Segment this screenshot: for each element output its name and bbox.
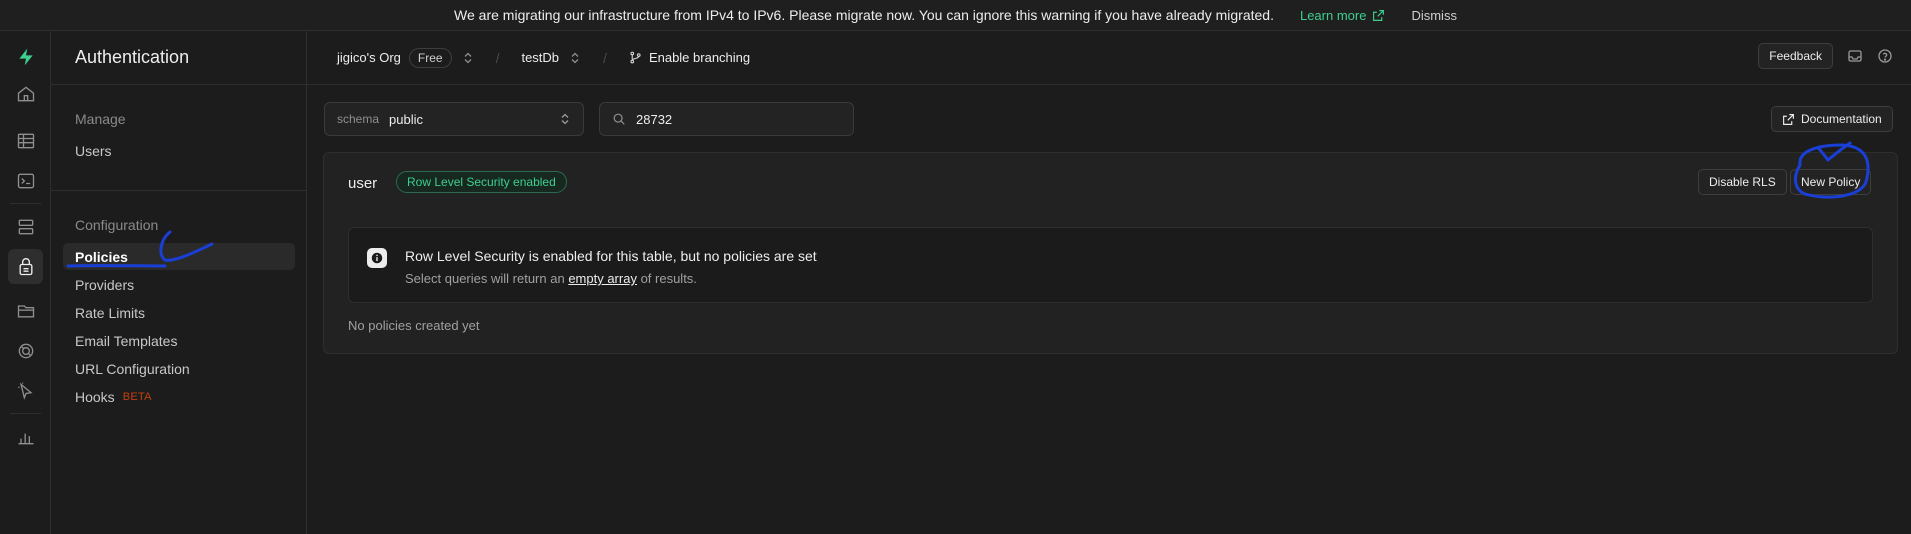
no-policies-text: No policies created yet <box>348 318 480 333</box>
configuration-section-label: Configuration <box>75 217 159 233</box>
sql-editor-icon[interactable] <box>8 163 43 198</box>
side-menu-title: Authentication <box>75 47 190 67</box>
beta-badge: BETA <box>122 390 152 403</box>
sidebar-item-users[interactable]: Users <box>63 137 295 164</box>
help-icon[interactable] <box>1877 48 1893 64</box>
sidebar-item-providers[interactable]: Providers <box>63 271 295 298</box>
edge-functions-icon[interactable] <box>8 373 43 408</box>
plan-badge: Free <box>408 47 452 68</box>
realtime-icon[interactable] <box>8 333 43 368</box>
search-icon <box>613 113 625 125</box>
org-name: jigico's Org <box>337 50 401 65</box>
alert-body-suffix: of results. <box>636 271 697 286</box>
disable-rls-button[interactable]: Disable RLS <box>1698 169 1787 195</box>
chevron-up-down-icon <box>464 52 472 63</box>
header-actions: Feedback <box>1758 43 1893 69</box>
schema-value: public <box>389 111 423 127</box>
sidebar-item-hooks[interactable]: Hooks BETA <box>63 383 295 410</box>
git-branch-icon <box>630 51 641 64</box>
project-name: testDb <box>521 50 560 65</box>
chevron-up-down-icon <box>571 52 579 63</box>
project-header: jigico's Org Free / testDb / Enable bran… <box>307 31 1911 85</box>
manage-section-label: Manage <box>75 111 126 127</box>
learn-more-label: Learn more <box>1299 7 1367 23</box>
alert-title: Row Level Security is enabled for this t… <box>405 248 817 264</box>
breadcrumb-separator: / <box>495 49 500 66</box>
enable-branching-label: Enable branching <box>648 50 751 65</box>
sidebar-item-url-configuration[interactable]: URL Configuration <box>63 355 295 382</box>
auth-icon[interactable] <box>8 249 43 284</box>
sidebar-item-policies[interactable]: Policies <box>63 243 295 270</box>
sidebar-item-label: Users <box>75 142 112 159</box>
sidebar-item-label: Rate Limits <box>75 304 146 321</box>
learn-more-link[interactable]: Learn more <box>1300 8 1385 23</box>
chevron-up-down-icon <box>561 113 569 125</box>
banner-message: We are migrating our infrastructure from… <box>454 7 1274 23</box>
project-selector[interactable]: testDb <box>521 50 581 65</box>
external-link-icon <box>1783 113 1794 125</box>
migration-banner: We are migrating our infrastructure from… <box>0 0 1911 31</box>
empty-array-link[interactable]: empty array <box>568 271 637 286</box>
breadcrumb-separator: / <box>603 49 607 66</box>
rls-enabled-badge: Row Level Security enabled <box>396 171 567 193</box>
table-name: user <box>348 175 378 192</box>
table-search[interactable] <box>599 102 854 136</box>
schema-select[interactable]: schema public <box>324 102 584 136</box>
external-link-icon <box>1373 9 1385 21</box>
search-input[interactable] <box>636 111 836 127</box>
sidebar-item-label: Policies <box>75 248 128 265</box>
sidebar-item-label: Hooks <box>75 388 115 405</box>
sidebar-item-label: Email Templates <box>75 332 178 349</box>
side-menu-header: Authentication <box>51 31 306 85</box>
rail-divider-2 <box>10 413 41 414</box>
documentation-button[interactable]: Documentation <box>1771 106 1893 132</box>
feedback-button[interactable]: Feedback <box>1758 43 1833 69</box>
supabase-logo-icon[interactable] <box>8 39 43 74</box>
new-policy-button[interactable]: New Policy <box>1790 169 1872 195</box>
storage-icon[interactable] <box>8 293 43 328</box>
alert-body: Select queries will return an empty arra… <box>405 271 697 286</box>
table-policies-card: user Row Level Security enabled Disable … <box>323 152 1898 354</box>
reports-icon[interactable] <box>8 419 43 454</box>
sidebar-item-email-templates[interactable]: Email Templates <box>63 327 295 354</box>
rail-divider <box>10 203 41 204</box>
sidebar-item-label: Providers <box>75 276 135 293</box>
org-selector[interactable]: jigico's Org Free <box>337 47 474 68</box>
sidebar-item-rate-limits[interactable]: Rate Limits <box>63 299 295 326</box>
schema-label: schema <box>337 112 380 126</box>
side-menu-divider <box>51 190 307 191</box>
inbox-icon[interactable] <box>1847 48 1863 64</box>
database-icon[interactable] <box>8 209 43 244</box>
no-policies-alert: Row Level Security is enabled for this t… <box>348 227 1873 303</box>
documentation-label: Documentation <box>1801 112 1882 126</box>
enable-branching-button[interactable]: Enable branching <box>629 50 750 65</box>
info-icon <box>367 248 387 268</box>
alert-body-prefix: Select queries will return an <box>405 271 569 286</box>
home-icon[interactable] <box>8 76 43 111</box>
table-editor-icon[interactable] <box>8 123 43 158</box>
icon-rail <box>0 31 51 534</box>
auth-side-menu: Authentication Manage Users Configuratio… <box>51 31 307 534</box>
dismiss-button[interactable]: Dismiss <box>1411 8 1457 23</box>
sidebar-item-label: URL Configuration <box>75 360 190 377</box>
